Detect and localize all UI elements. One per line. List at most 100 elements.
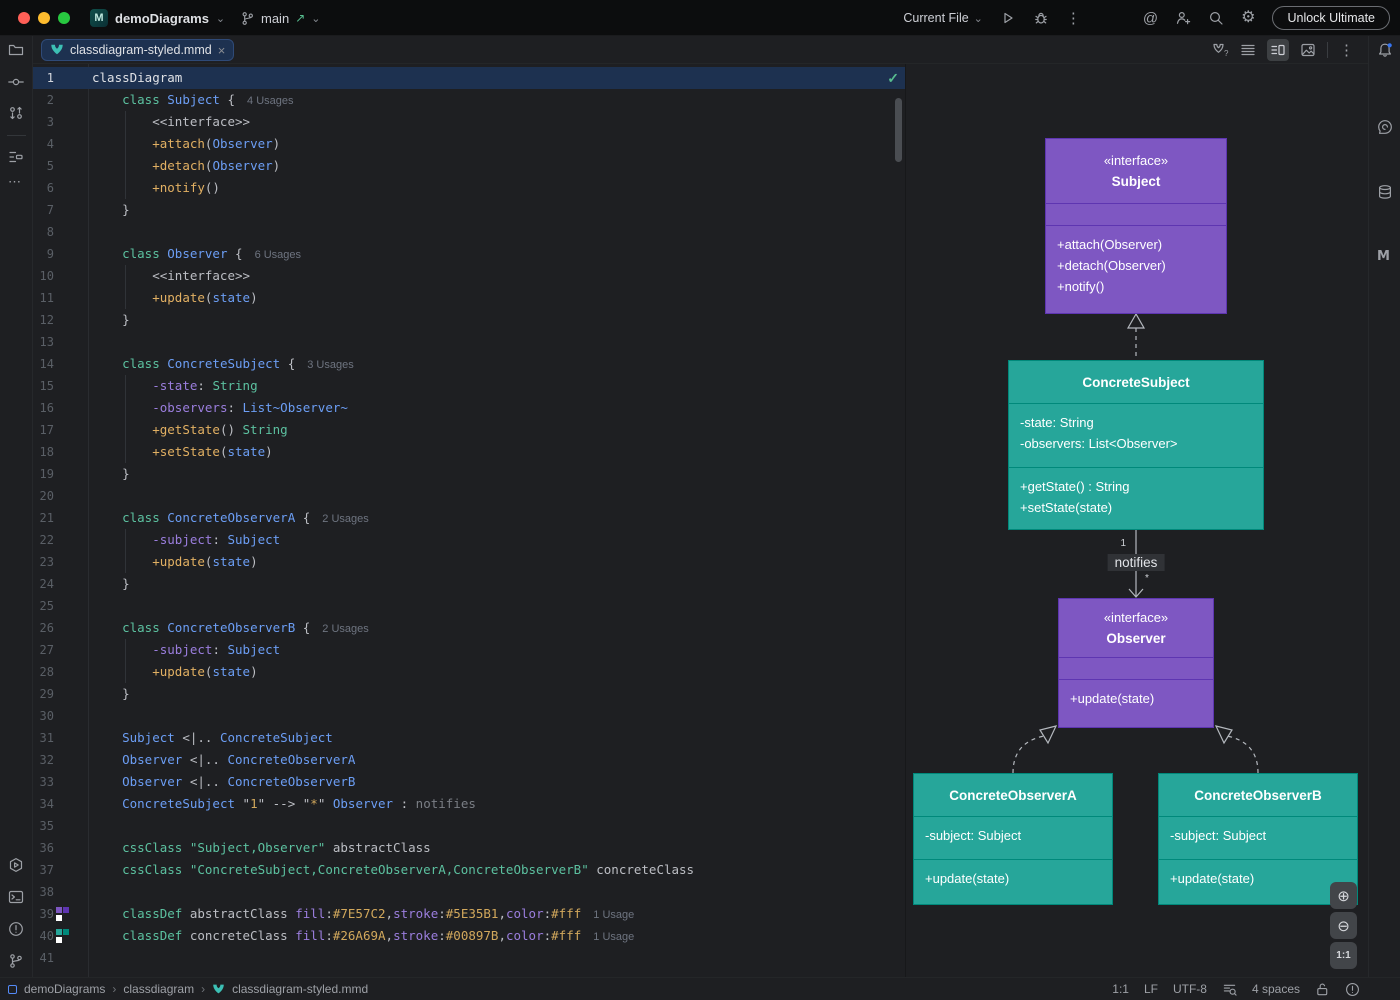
problems-tool-icon[interactable] bbox=[8, 921, 24, 937]
code-line[interactable]: 40 classDef concreteClass fill:#26A69A,s… bbox=[33, 925, 905, 947]
fullscreen-window-button[interactable] bbox=[58, 12, 70, 24]
usages-hint[interactable]: 2 Usages bbox=[322, 623, 368, 635]
code-line[interactable]: 18 +setState(state) bbox=[33, 441, 905, 463]
tab-classdiagram-styled[interactable]: classdiagram-styled.mmd × bbox=[41, 39, 234, 61]
pull-requests-tool-icon[interactable] bbox=[8, 105, 24, 121]
vcs-branch-widget[interactable]: main ↗ ⌄ bbox=[240, 0, 320, 36]
code-line[interactable]: 26 class ConcreteObserverB {2 Usages bbox=[33, 617, 905, 639]
code-line[interactable]: 1classDiagram bbox=[33, 67, 905, 89]
zoom-out-button[interactable]: ⊖ bbox=[1330, 912, 1357, 939]
project-widget[interactable]: M demoDiagrams ⌄ bbox=[90, 0, 225, 36]
code-line[interactable]: 10 <<interface>> bbox=[33, 265, 905, 287]
code-line[interactable]: 15 -state: String bbox=[33, 375, 905, 397]
code-line[interactable]: 30 bbox=[33, 705, 905, 727]
run-button[interactable] bbox=[1000, 10, 1016, 26]
notifications-bell-icon[interactable] bbox=[1377, 42, 1393, 58]
mermaid-help-icon[interactable]: ? bbox=[1212, 42, 1229, 58]
terminal-tool-icon[interactable] bbox=[8, 889, 24, 905]
usages-hint[interactable]: 2 Usages bbox=[322, 513, 368, 525]
commit-tool-icon[interactable] bbox=[8, 74, 24, 90]
gutter-color-chips[interactable] bbox=[56, 907, 71, 922]
split-view-selected[interactable] bbox=[1267, 39, 1289, 61]
code-line[interactable]: 24 } bbox=[33, 573, 905, 595]
code-line[interactable]: 13 bbox=[33, 331, 905, 353]
code-line[interactable]: 7 } bbox=[33, 199, 905, 221]
line-separator-widget[interactable]: LF bbox=[1144, 982, 1158, 996]
debug-button[interactable] bbox=[1033, 10, 1049, 26]
run-configuration-selector[interactable]: Current File ⌄ bbox=[903, 11, 983, 25]
usages-hint[interactable]: 6 Usages bbox=[255, 249, 301, 261]
code-line[interactable]: 28 +update(state) bbox=[33, 661, 905, 683]
code-line[interactable]: 8 bbox=[33, 221, 905, 243]
code-line[interactable]: 12 } bbox=[33, 309, 905, 331]
usages-hint[interactable]: 1 Usage bbox=[593, 931, 634, 943]
settings-gear-icon[interactable]: ⚙ bbox=[1241, 10, 1255, 26]
indent-widget[interactable]: 4 spaces bbox=[1252, 982, 1300, 996]
more-tools-icon[interactable]: ⋯ bbox=[8, 174, 22, 190]
error-indicator-icon[interactable] bbox=[1345, 982, 1360, 997]
code-line[interactable]: 27 -subject: Subject bbox=[33, 639, 905, 661]
code-line[interactable]: 5 +detach(Observer) bbox=[33, 155, 905, 177]
services-tool-icon[interactable] bbox=[8, 857, 24, 873]
code-line[interactable]: 4 +attach(Observer) bbox=[33, 133, 905, 155]
code-line[interactable]: 9 class Observer {6 Usages bbox=[33, 243, 905, 265]
search-everywhere-icon[interactable] bbox=[1208, 10, 1224, 26]
caret-position-widget[interactable]: 1:1 bbox=[1112, 982, 1129, 996]
structure-tool-icon[interactable] bbox=[8, 149, 24, 165]
code-line[interactable]: 32 Observer <|.. ConcreteObserverA bbox=[33, 749, 905, 771]
code-line[interactable]: 34 ConcreteSubject "1" --> "*" Observer … bbox=[33, 793, 905, 815]
editor-kebab-icon[interactable]: ⋮ bbox=[1339, 43, 1354, 58]
code-line[interactable]: 33 Observer <|.. ConcreteObserverB bbox=[33, 771, 905, 793]
usages-hint[interactable]: 4 Usages bbox=[247, 95, 293, 107]
code-line[interactable]: 2 class Subject {4 Usages bbox=[33, 89, 905, 111]
minimize-window-button[interactable] bbox=[38, 12, 50, 24]
mermaid-chart-tool-icon[interactable]: M bbox=[1377, 249, 1390, 264]
code-line[interactable]: 17 +getState() String bbox=[33, 419, 905, 441]
unlock-icon[interactable] bbox=[1315, 982, 1330, 997]
database-tool-icon[interactable] bbox=[1377, 184, 1393, 200]
code-with-me-icon[interactable] bbox=[1175, 10, 1191, 26]
usages-hint[interactable]: 3 Usages bbox=[307, 359, 353, 371]
code-line[interactable]: 3 <<interface>> bbox=[33, 111, 905, 133]
inspections-ok-check-icon[interactable]: ✓ bbox=[887, 70, 899, 87]
code-line[interactable]: 20 bbox=[33, 485, 905, 507]
code-line[interactable]: 37 cssClass "ConcreteSubject,ConcreteObs… bbox=[33, 859, 905, 881]
editor-scrollbar[interactable] bbox=[895, 98, 902, 162]
code-line[interactable]: 39 classDef abstractClass fill:#7E57C2,s… bbox=[33, 903, 905, 925]
code-line[interactable]: 38 bbox=[33, 881, 905, 903]
zoom-reset-button[interactable]: 1:1 bbox=[1330, 942, 1357, 969]
usages-hint[interactable]: 1 Usage bbox=[593, 909, 634, 921]
line-number: 37 bbox=[33, 859, 54, 881]
code-line[interactable]: 11 +update(state) bbox=[33, 287, 905, 309]
code-line[interactable]: 22 -subject: Subject bbox=[33, 529, 905, 551]
code-line[interactable]: 35 bbox=[33, 815, 905, 837]
code-line[interactable]: 23 +update(state) bbox=[33, 551, 905, 573]
zoom-in-button[interactable]: ⊕ bbox=[1330, 882, 1357, 909]
code-line[interactable]: 14 class ConcreteSubject {3 Usages bbox=[33, 353, 905, 375]
code-line[interactable]: 31 Subject <|.. ConcreteSubject bbox=[33, 727, 905, 749]
code-line[interactable]: 36 cssClass "Subject,Observer" abstractC… bbox=[33, 837, 905, 859]
project-tool-icon[interactable] bbox=[8, 42, 24, 58]
ai-assistant-icon[interactable]: @ bbox=[1143, 10, 1158, 27]
breadcrumb-file[interactable]: classdiagram-styled.mmd bbox=[232, 982, 368, 996]
code-line[interactable]: 21 class ConcreteObserverA {2 Usages bbox=[33, 507, 905, 529]
code-line[interactable]: 25 bbox=[33, 595, 905, 617]
encoding-widget[interactable]: UTF-8 bbox=[1173, 982, 1207, 996]
unlock-ultimate-button[interactable]: Unlock Ultimate bbox=[1272, 6, 1390, 30]
editor-only-view-icon[interactable] bbox=[1240, 42, 1256, 58]
preview-only-view-icon[interactable] bbox=[1300, 42, 1316, 58]
code-line[interactable]: 19 } bbox=[33, 463, 905, 485]
code-line[interactable]: 41 bbox=[33, 947, 905, 969]
more-actions-kebab-icon[interactable]: ⋮ bbox=[1066, 11, 1081, 26]
editor-pane[interactable]: 1classDiagram2 class Subject {4 Usages3 … bbox=[33, 64, 905, 977]
close-window-button[interactable] bbox=[18, 12, 30, 24]
code-line[interactable]: 29 } bbox=[33, 683, 905, 705]
breadcrumb-folder[interactable]: classdiagram bbox=[123, 982, 194, 996]
breadcrumb-project[interactable]: demoDiagrams bbox=[24, 982, 105, 996]
code-line[interactable]: 16 -observers: List~Observer~ bbox=[33, 397, 905, 419]
gutter-color-chips[interactable] bbox=[56, 929, 71, 944]
close-tab-icon[interactable]: × bbox=[218, 43, 226, 58]
code-line[interactable]: 6 +notify() bbox=[33, 177, 905, 199]
git-tool-icon[interactable] bbox=[8, 953, 24, 969]
ai-assistant-tool-icon[interactable] bbox=[1377, 119, 1393, 135]
